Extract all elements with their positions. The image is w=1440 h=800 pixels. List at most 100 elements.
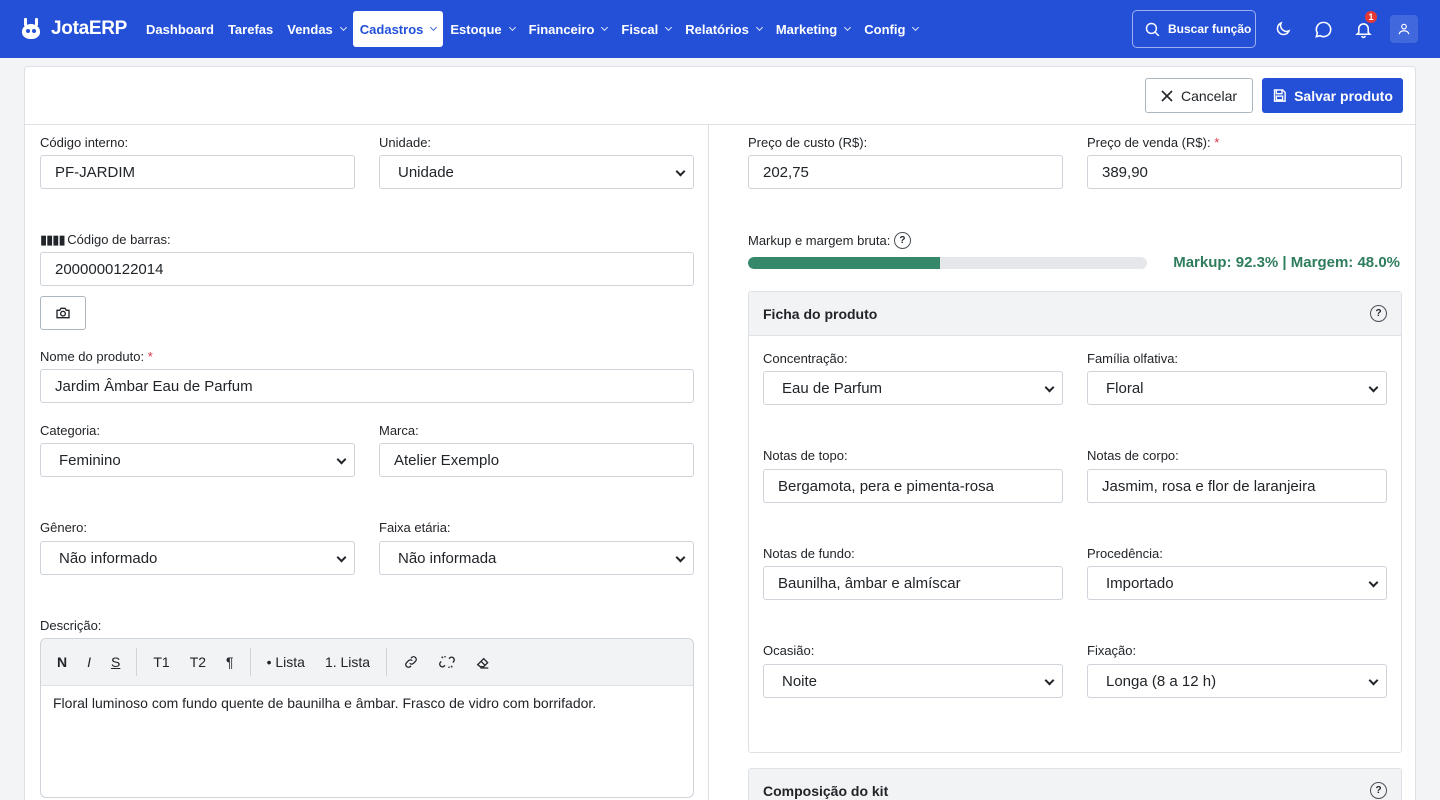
unidade-select[interactable]: Unidade	[379, 155, 694, 189]
user-menu-button[interactable]	[1390, 15, 1418, 43]
strike-button[interactable]: S	[101, 639, 130, 686]
fixacao-select[interactable]: Longa (8 a 12 h)	[1087, 664, 1387, 698]
brand-name: JotaERP	[51, 18, 128, 39]
categoria-select[interactable]: Feminino	[40, 443, 355, 477]
faixa-etaria-label: Faixa etária:	[379, 520, 451, 535]
nav-item-tarefas[interactable]: Tarefas	[221, 11, 280, 47]
chevron-down-icon	[1368, 382, 1379, 393]
barcode-icon: ▮▮▮▮	[40, 232, 68, 247]
chevron-down-icon	[430, 23, 438, 32]
notas-fundo-input[interactable]: Baunilha, âmbar e almíscar	[763, 566, 1063, 600]
nav-item-relatorios[interactable]: Relatórios	[678, 11, 769, 47]
fixacao-label: Fixação:	[1087, 643, 1137, 658]
chevron-down-icon	[675, 166, 686, 177]
help-icon[interactable]: ?	[893, 232, 911, 249]
italic-button[interactable]: I	[77, 639, 101, 686]
codigo-barras-input[interactable]: 2000000122014	[40, 252, 694, 286]
paragraph-button[interactable]: ¶	[216, 639, 244, 686]
nav-item-cadastros[interactable]: Cadastros	[352, 11, 444, 47]
help-icon[interactable]: ?	[1370, 305, 1387, 322]
chevron-down-icon	[1044, 675, 1055, 686]
concentracao-select[interactable]: Eau de Parfum	[763, 371, 1063, 405]
nav-item-config[interactable]: Config	[857, 11, 925, 47]
ocasiao-select[interactable]: Noite	[763, 664, 1063, 698]
codigo-barras-label: ▮▮▮▮ Código de barras:	[40, 232, 171, 247]
column-divider	[708, 125, 709, 800]
cancel-button[interactable]: Cancelar	[1145, 78, 1253, 113]
fixacao-value: Longa (8 a 12 h)	[1106, 672, 1217, 690]
chevron-down-icon	[665, 23, 673, 32]
nav-item-financeiro[interactable]: Financeiro	[522, 11, 615, 47]
bold-button[interactable]: N	[47, 639, 77, 686]
nav-item-fiscal[interactable]: Fiscal	[614, 11, 678, 47]
notas-fundo-value: Baunilha, âmbar e almíscar	[778, 574, 961, 592]
scan-barcode-button[interactable]	[40, 296, 86, 330]
familia-olfativa-select[interactable]: Floral	[1087, 371, 1387, 405]
composicao-kit-panel: Composição do kit ?	[748, 768, 1402, 800]
unidade-label: Unidade:	[379, 135, 432, 150]
nome-produto-label: Nome do produto: *	[40, 349, 153, 364]
chat-icon	[1314, 21, 1331, 38]
preco-custo-label: Preço de custo (R$):	[748, 135, 868, 150]
chevron-down-icon	[1368, 675, 1379, 686]
concentracao-label: Concentração:	[763, 351, 848, 366]
nav-item-dashboard[interactable]: Dashboard	[139, 11, 221, 47]
notas-topo-input[interactable]: Bergamota, pera e pimenta-rosa	[763, 469, 1063, 503]
notifications-button[interactable]: 1	[1350, 10, 1378, 42]
nav-item-label: Vendas	[287, 21, 333, 37]
marca-value: Atelier Exemplo	[394, 451, 500, 469]
ordered-list-button[interactable]: 1. Lista	[315, 639, 380, 686]
heading2-button[interactable]: T2	[180, 639, 216, 686]
chevron-down-icon	[508, 23, 516, 32]
unlink-button[interactable]	[429, 639, 465, 686]
chevron-down-icon	[339, 23, 347, 32]
chevron-down-icon	[912, 23, 920, 32]
bullet-list-button[interactable]: • Lista	[257, 639, 315, 686]
chevron-down-icon	[1368, 577, 1379, 588]
preco-venda-value: 389,90	[1102, 163, 1148, 181]
nome-produto-input[interactable]: Jardim Âmbar Eau de Parfum	[40, 369, 694, 403]
link-button[interactable]	[393, 639, 429, 686]
unlink-icon	[439, 656, 455, 668]
chevron-down-icon	[601, 23, 609, 32]
categoria-label: Categoria:	[40, 423, 100, 438]
descricao-text[interactable]: Floral luminoso com fundo quente de baun…	[41, 686, 693, 720]
toolbar-divider	[386, 648, 388, 676]
eraser-icon	[476, 657, 489, 669]
main-nav: Dashboard Tarefas Vendas Cadastros Estoque Fi…	[139, 0, 925, 58]
codigo-interno-value: PF-JARDIM	[55, 163, 135, 181]
composicao-kit-title: Composição do kit	[763, 782, 889, 799]
notas-topo-label: Notas de topo:	[763, 448, 848, 463]
nav-item-label: Tarefas	[227, 21, 274, 37]
clear-format-button[interactable]	[465, 639, 501, 686]
genero-select[interactable]: Não informado	[40, 541, 355, 575]
margin-progress-bar	[748, 257, 1147, 269]
chat-button[interactable]	[1310, 16, 1336, 42]
faixa-etaria-select[interactable]: Não informada	[379, 541, 694, 575]
notas-corpo-input[interactable]: Jasmim, rosa e flor de laranjeira	[1087, 469, 1387, 503]
help-icon[interactable]: ?	[1370, 782, 1387, 799]
search-function-label: Buscar função	[1168, 22, 1252, 36]
close-icon	[1161, 89, 1173, 102]
marca-input[interactable]: Atelier Exemplo	[379, 443, 694, 477]
nav-item-vendas[interactable]: Vendas	[280, 11, 353, 47]
heading1-button[interactable]: T1	[143, 639, 179, 686]
rabbit-logo-icon	[20, 18, 42, 40]
nav-item-estoque[interactable]: Estoque	[443, 11, 521, 47]
dark-mode-toggle[interactable]	[1270, 16, 1296, 42]
nav-item-marketing[interactable]: Marketing	[769, 11, 857, 47]
preco-custo-input[interactable]: 202,75	[748, 155, 1063, 189]
margin-progress-fill	[748, 257, 940, 269]
search-function-button[interactable]: Buscar função	[1132, 10, 1256, 48]
procedencia-select[interactable]: Importado	[1087, 566, 1387, 600]
brand[interactable]: JotaERP	[20, 18, 127, 40]
concentracao-value: Eau de Parfum	[782, 379, 883, 397]
codigo-interno-label: Código interno:	[40, 135, 129, 150]
nav-item-label: Dashboard	[146, 21, 214, 37]
nav-item-label: Config	[864, 21, 906, 37]
codigo-interno-input[interactable]: PF-JARDIM	[40, 155, 355, 189]
cancel-label: Cancelar	[1180, 87, 1238, 104]
camera-icon	[56, 307, 70, 319]
save-product-button[interactable]: Salvar produto	[1262, 78, 1403, 113]
preco-venda-input[interactable]: 389,90	[1087, 155, 1402, 189]
